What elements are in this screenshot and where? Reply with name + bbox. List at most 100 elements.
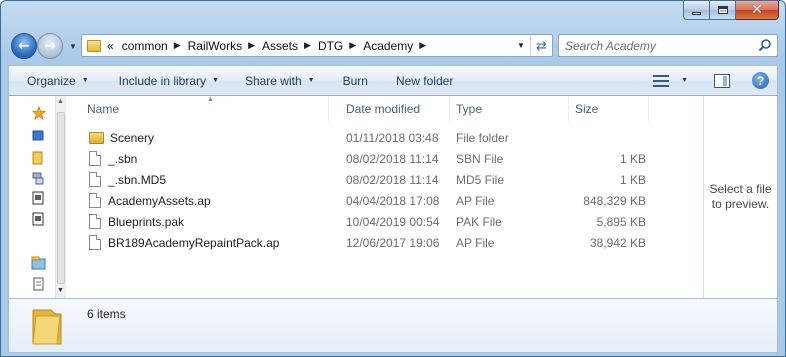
details-pane: 6 items (8, 298, 778, 353)
file-type: MD5 File (456, 172, 505, 187)
favorites-star-icon[interactable] (31, 106, 47, 120)
breadcrumb-item[interactable]: common ▶ (122, 39, 188, 53)
explorer-window: ✕ ← → ▼ « common ▶ RailWorks ▶ Assets ▶ … (0, 0, 786, 357)
content-area: ▲ ▼ ▲ Name Date modified Type Size Scene… (8, 96, 778, 298)
file-name: Blueprints.pak (108, 214, 185, 229)
preview-message-line: to preview. (711, 197, 770, 211)
recent-places-icon[interactable] (31, 172, 47, 186)
downloads-folder-icon[interactable] (31, 151, 47, 165)
file-list: ▲ Name Date modified Type Size Scenery 0… (69, 96, 705, 298)
desktop-icon[interactable] (31, 130, 47, 144)
breadcrumb-overflow[interactable]: « (107, 39, 114, 53)
column-header-name[interactable]: ▲ Name (69, 96, 329, 122)
sort-ascending-icon: ▲ (207, 96, 214, 103)
breadcrumb-item[interactable]: Assets ▶ (262, 39, 318, 53)
libraries-icon[interactable] (31, 256, 47, 270)
preview-message: Select a file to preview. (709, 182, 771, 212)
minimize-button[interactable] (683, 1, 710, 20)
address-bar[interactable]: « common ▶ RailWorks ▶ Assets ▶ DTG ▶ Ac… (81, 34, 553, 57)
file-name-cell: BR189AcademyRepaintPack.ap (69, 235, 329, 250)
search-input[interactable]: Search Academy (558, 34, 778, 57)
file-row[interactable]: BR189AcademyRepaintPack.ap 12/06/2017 19… (69, 232, 705, 253)
file-name: _.sbn (108, 151, 138, 166)
command-bar: Organize ▼ Include in library ▼ Share wi… (8, 65, 778, 96)
breadcrumb-separator-icon[interactable]: ▶ (174, 40, 181, 51)
address-dropdown-button[interactable]: ▼ (514, 35, 528, 56)
column-header-type[interactable]: Type (450, 96, 569, 122)
item-count: 6 items (87, 307, 126, 321)
file-row[interactable]: _.sbn.MD5 08/02/2018 11:14 MD5 File 1 KB (69, 169, 705, 190)
file-rows: Scenery 01/11/2018 03:48 File folder _.s… (69, 127, 705, 253)
close-button[interactable]: ✕ (736, 1, 779, 20)
breadcrumb-item[interactable]: DTG ▶ (318, 39, 363, 53)
preview-pane-button[interactable] (714, 73, 730, 88)
maximize-button[interactable] (710, 1, 736, 20)
search-icon[interactable] (758, 38, 772, 52)
navigation-pane-scrollbar[interactable]: ▲ ▼ (55, 96, 66, 298)
preview-message-line: Select a file (709, 182, 772, 196)
file-name-cell: _.sbn.MD5 (69, 172, 329, 187)
preview-pane-icon (714, 73, 730, 88)
chevron-down-icon: ▼ (681, 77, 688, 84)
caption-buttons: ✕ (683, 1, 779, 20)
breadcrumb-item[interactable]: RailWorks ▶ (188, 39, 262, 53)
file-size: 848,329 KB (583, 193, 646, 208)
column-header-row: ▲ Name Date modified Type Size (69, 96, 705, 122)
file-row[interactable]: Blueprints.pak 10/04/2019 00:54 PAK File… (69, 211, 705, 232)
breadcrumb-separator-icon[interactable]: ▶ (304, 40, 311, 51)
file-icon (89, 214, 101, 229)
file-name-cell: Blueprints.pak (69, 214, 329, 229)
navigation-row: ← → ▼ « common ▶ RailWorks ▶ Assets ▶ DT… (9, 31, 778, 61)
file-size: 1 KB (619, 151, 646, 166)
file-size: 5,895 KB (596, 214, 646, 229)
breadcrumb-separator-icon[interactable]: ▶ (248, 40, 255, 51)
share-with-button[interactable]: Share with ▼ (229, 66, 325, 95)
chevron-down-icon: ▼ (517, 41, 525, 50)
file-row[interactable]: Scenery 01/11/2018 03:48 File folder (69, 127, 705, 148)
recent-pages-button[interactable]: ▼ (67, 37, 79, 55)
change-view-button[interactable]: ▼ (653, 66, 688, 95)
file-row[interactable]: AcademyAssets.ap 04/04/2018 17:08 AP Fil… (69, 190, 705, 211)
file-row[interactable]: _.sbn 08/02/2018 11:14 SBN File 1 KB (69, 148, 705, 169)
scroll-down-icon[interactable]: ▼ (57, 287, 64, 294)
preview-pane: Select a file to preview. (703, 96, 777, 298)
file-icon (89, 151, 101, 166)
column-header-size[interactable]: Size (569, 96, 649, 122)
file-name-cell: Scenery (69, 131, 329, 145)
file-date: 01/11/2018 03:48 (346, 130, 439, 145)
file-type: PAK File (456, 214, 502, 229)
file-date: 08/02/2018 11:14 (346, 151, 439, 166)
file-name: BR189AcademyRepaintPack.ap (108, 235, 280, 250)
document-icon[interactable] (31, 277, 47, 291)
file-type: File folder (456, 130, 509, 145)
file-date: 08/02/2018 11:14 (346, 172, 439, 187)
chevron-down-icon: ▼ (212, 77, 219, 84)
forward-button[interactable]: → (37, 33, 63, 59)
file-type: SBN File (456, 151, 504, 166)
folder-icon (89, 131, 104, 144)
file-type: AP File (456, 193, 495, 208)
minimize-icon (692, 11, 701, 15)
back-button[interactable]: ← (11, 33, 37, 59)
document-shortcut-icon[interactable] (31, 191, 47, 205)
refresh-button[interactable]: ⇄ (530, 35, 552, 56)
column-header-date-modified[interactable]: Date modified (329, 96, 450, 122)
scroll-up-icon[interactable]: ▲ (57, 98, 64, 105)
folder-icon (32, 309, 62, 345)
search-placeholder: Search Academy (565, 38, 656, 53)
new-folder-button[interactable]: New folder (378, 66, 463, 95)
scrollbar-thumb[interactable] (57, 112, 65, 284)
document-shortcut-icon[interactable] (31, 212, 47, 226)
file-type: AP File (456, 235, 495, 250)
refresh-icon: ⇄ (536, 37, 547, 53)
file-size: 38,942 KB (589, 235, 646, 250)
burn-button[interactable]: Burn (325, 66, 378, 95)
chevron-down-icon: ▼ (81, 77, 89, 84)
breadcrumb-item[interactable]: Academy ▶ (363, 39, 433, 53)
breadcrumb-separator-icon[interactable]: ▶ (419, 40, 426, 51)
breadcrumb-separator-icon[interactable]: ▶ (349, 40, 356, 51)
file-icon (89, 172, 101, 187)
organize-button[interactable]: Organize ▼ (9, 66, 99, 95)
help-icon[interactable]: ? (752, 72, 769, 89)
forward-arrow-icon: → (44, 38, 56, 54)
